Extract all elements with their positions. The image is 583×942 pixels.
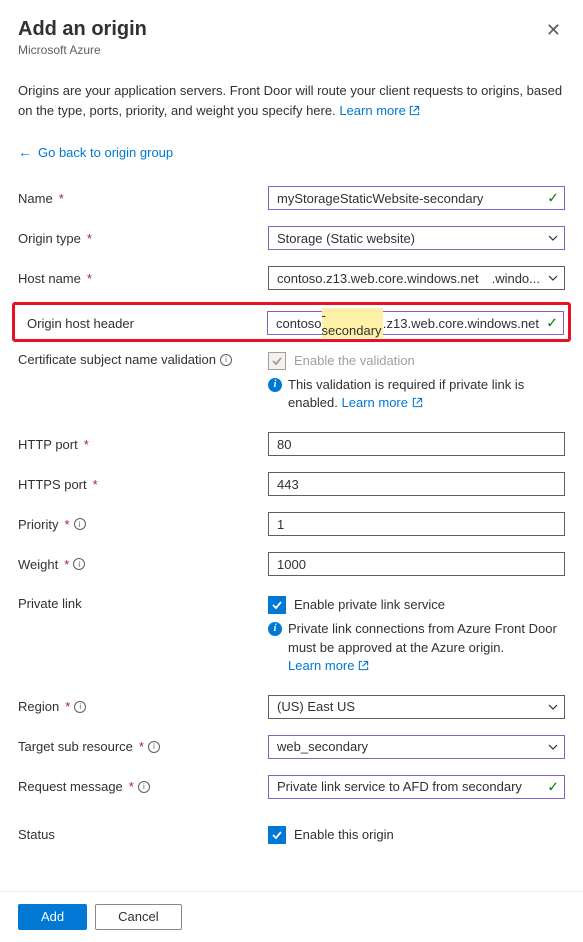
required-icon: * [64,557,69,572]
name-label: Name [18,191,53,206]
required-icon: * [87,271,92,286]
info-icon[interactable]: i [138,781,150,793]
origin-type-select[interactable]: Storage (Static website) [268,226,565,250]
host-header-prefix: contoso [276,316,322,331]
region-label: Region [18,699,59,714]
request-msg-input[interactable] [268,775,565,799]
private-link-checkbox[interactable] [268,596,286,614]
private-link-label: Private link [18,596,82,611]
learn-more-link[interactable]: Learn more [342,395,423,410]
description-text: Origins are your application servers. Fr… [18,81,565,120]
cert-msg: This validation is required if private l… [288,376,565,412]
target-label: Target sub resource [18,739,133,754]
status-cb-label: Enable this origin [294,826,394,844]
host-header-highlight: -secondary [322,308,383,338]
learn-more-link[interactable]: Learn more [339,103,420,118]
host-header-input[interactable]: contoso-secondary.z13.web.core.windows.n… [267,311,564,335]
check-icon: ✓ [547,778,559,795]
panel-title: Add an origin [18,18,147,41]
arrow-left-icon: ← [18,144,32,160]
required-icon: * [64,517,69,532]
required-icon: * [65,699,70,714]
info-icon[interactable]: i [148,741,160,753]
name-input[interactable] [268,186,565,210]
region-select[interactable]: (US) East US [268,695,565,719]
info-icon[interactable]: i [74,701,86,713]
priority-input[interactable] [268,512,565,536]
weight-input[interactable] [268,552,565,576]
required-icon: * [139,739,144,754]
back-link-label: Go back to origin group [38,145,173,160]
request-msg-label: Request message [18,779,123,794]
check-icon: ✓ [547,190,559,207]
https-port-input[interactable] [268,472,565,496]
host-header-label: Origin host header [27,316,134,331]
host-name-value: contoso.z13.web.core.windows.net [277,271,488,286]
required-icon: * [59,191,64,206]
info-icon[interactable]: i [74,518,86,530]
external-link-icon [409,105,420,116]
external-link-icon [358,660,369,671]
panel-subtitle: Microsoft Azure [18,43,147,57]
cert-label: Certificate subject name validation [18,352,216,367]
required-icon: * [93,477,98,492]
info-badge-icon: i [268,378,282,392]
private-link-cb-label: Enable private link service [294,596,445,614]
status-label: Status [18,827,55,842]
target-select[interactable]: web_secondary [268,735,565,759]
https-port-label: HTTPS port [18,477,87,492]
priority-label: Priority [18,517,58,532]
status-checkbox[interactable] [268,826,286,844]
host-name-suffix: .windo... [492,271,540,286]
http-port-label: HTTP port [18,437,78,452]
cert-checkbox [268,352,286,370]
origin-type-value: Storage (Static website) [277,231,415,246]
required-icon: * [87,231,92,246]
required-icon: * [84,437,89,452]
description-body: Origins are your application servers. Fr… [18,83,562,118]
private-link-msg: Private link connections from Azure Fron… [288,620,565,675]
cert-cb-label: Enable the validation [294,352,415,370]
close-icon[interactable]: ✕ [542,18,565,43]
back-link[interactable]: ← Go back to origin group [18,144,565,160]
http-port-input[interactable] [268,432,565,456]
host-header-suffix: .z13.web.core.windows.net [383,316,539,331]
required-icon: * [129,779,134,794]
check-icon: ✓ [546,315,558,332]
learn-more-link[interactable]: Learn more [288,658,369,673]
info-icon[interactable]: i [73,558,85,570]
info-icon[interactable]: i [220,354,232,366]
external-link-icon [412,397,423,408]
weight-label: Weight [18,557,58,572]
host-name-label: Host name [18,271,81,286]
region-value: (US) East US [277,699,355,714]
origin-type-label: Origin type [18,231,81,246]
info-badge-icon: i [268,622,282,636]
target-value: web_secondary [277,739,368,754]
host-name-select[interactable]: contoso.z13.web.core.windows.net .windo.… [268,266,565,290]
highlight-box: Origin host header contoso-secondary.z13… [12,302,571,342]
